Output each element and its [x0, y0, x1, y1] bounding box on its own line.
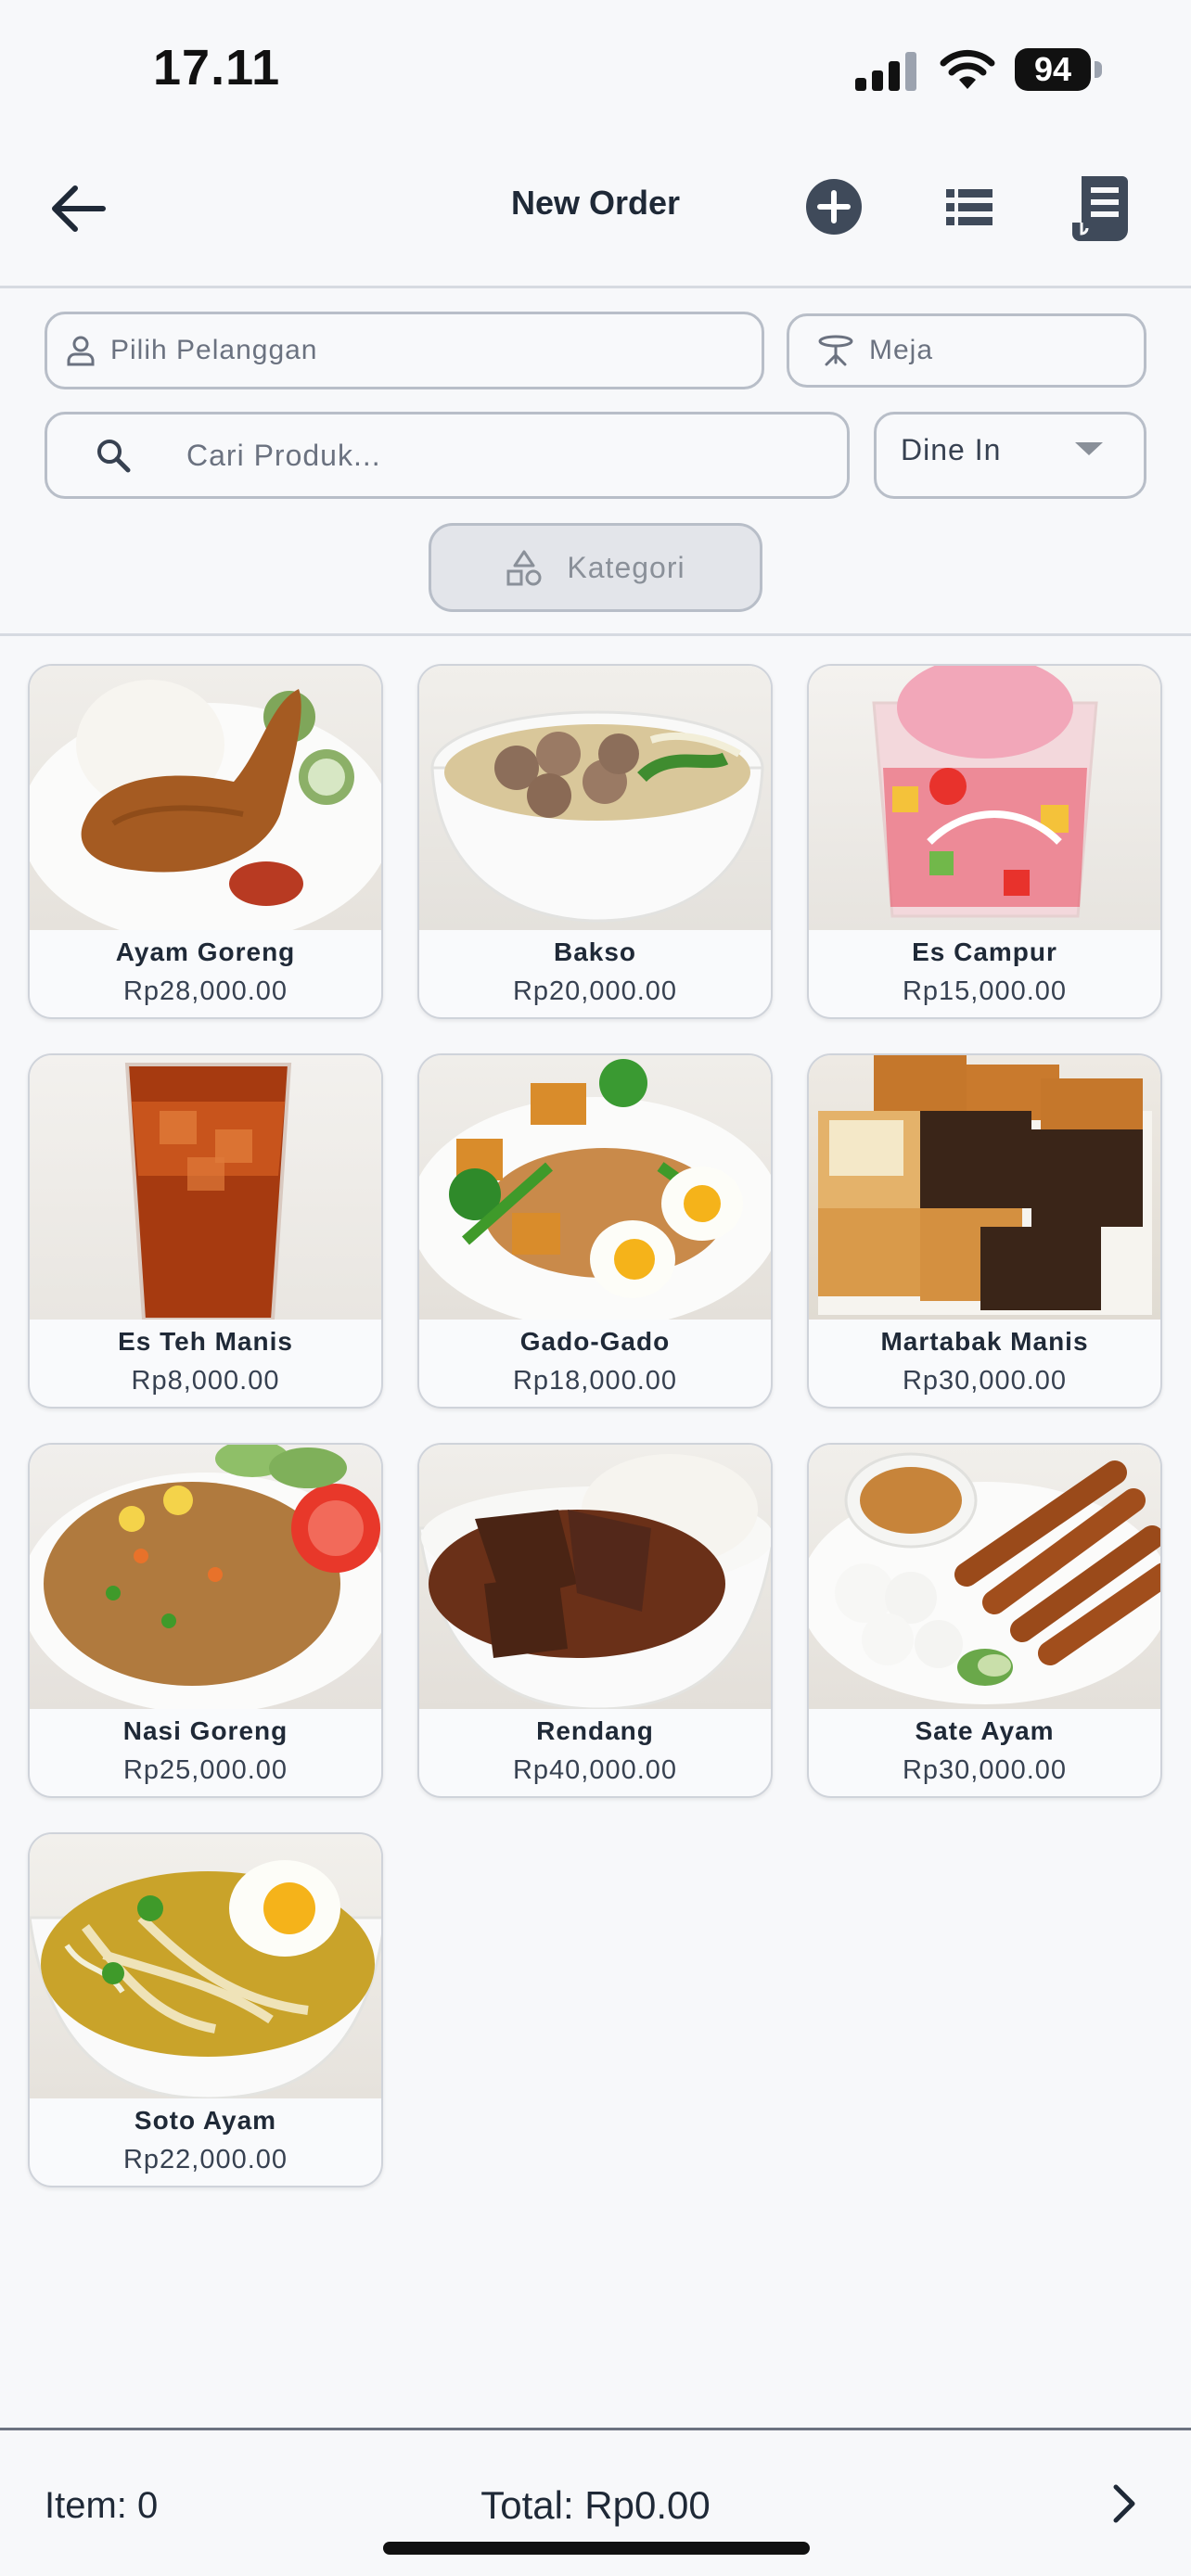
search-placeholder: Cari Produk... [186, 438, 381, 472]
filter-divider [0, 633, 1191, 636]
product-image [809, 1445, 1160, 1709]
product-card[interactable]: Martabak Manis Rp30,000.00 [807, 1053, 1162, 1409]
product-image [30, 1445, 381, 1709]
list-icon [946, 189, 992, 225]
plus-circle-icon [806, 179, 862, 235]
product-image [809, 666, 1160, 930]
product-card[interactable]: Gado-Gado Rp18,000.00 [417, 1053, 773, 1409]
battery-tip [1095, 61, 1102, 78]
product-price: Rp20,000.00 [512, 976, 678, 1006]
product-name: Nasi Goreng [122, 1716, 288, 1745]
product-image [419, 1055, 771, 1320]
chevron-down-icon [1075, 442, 1103, 455]
order-type-value: Dine In [901, 433, 1002, 466]
product-price: Rp8,000.00 [131, 1366, 280, 1396]
search-input[interactable]: Cari Produk... [45, 412, 850, 499]
cellular-signal-icon [855, 52, 918, 96]
product-price: Rp25,000.00 [122, 1755, 288, 1785]
product-image [809, 1055, 1160, 1320]
product-image [30, 1055, 381, 1320]
header-divider [0, 286, 1191, 288]
product-price: Rp18,000.00 [512, 1366, 678, 1396]
receipt-button[interactable] [1069, 172, 1133, 245]
order-list-button[interactable] [942, 182, 996, 234]
product-card[interactable]: Nasi Goreng Rp25,000.00 [28, 1443, 383, 1798]
product-image [30, 666, 381, 930]
product-name: Sate Ayam [915, 1716, 1055, 1745]
chevron-right-icon [1113, 2484, 1135, 2523]
shapes-icon [506, 550, 542, 586]
product-name: Ayam Goreng [115, 937, 296, 966]
product-image [419, 1445, 771, 1709]
product-price: Rp40,000.00 [512, 1755, 678, 1785]
product-card[interactable]: Es Campur Rp15,000.00 [807, 664, 1162, 1019]
product-name: Martabak Manis [880, 1327, 1089, 1356]
battery-indicator: 94 [1015, 48, 1091, 91]
page-title: New Order [510, 184, 681, 222]
product-card[interactable]: Soto Ayam Rp22,000.00 [28, 1832, 383, 2187]
checkout-button[interactable] [1100, 2480, 1148, 2528]
product-card[interactable]: Rendang Rp40,000.00 [417, 1443, 773, 1798]
receipt-icon [1072, 176, 1128, 241]
product-name: Es Campur [912, 937, 1057, 966]
table-placeholder: Meja [869, 335, 934, 365]
footer-divider [0, 2428, 1191, 2430]
customer-select[interactable]: Pilih Pelanggan [45, 312, 764, 389]
home-indicator [383, 2542, 810, 2555]
product-name: Bakso [553, 937, 637, 966]
product-image [419, 666, 771, 930]
add-button[interactable] [803, 176, 864, 237]
product-card[interactable]: Bakso Rp20,000.00 [417, 664, 773, 1019]
search-icon [97, 440, 131, 473]
order-total: Total: Rp0.00 [480, 2483, 711, 2527]
table-select[interactable]: Meja [787, 313, 1146, 388]
product-card[interactable]: Es Teh Manis Rp8,000.00 [28, 1053, 383, 1409]
person-icon [67, 336, 95, 366]
customer-placeholder: Pilih Pelanggan [110, 335, 318, 365]
product-price: Rp15,000.00 [902, 976, 1068, 1006]
product-card[interactable]: Ayam Goreng Rp28,000.00 [28, 664, 383, 1019]
category-label: Kategori [567, 550, 685, 584]
product-price: Rp28,000.00 [122, 976, 288, 1006]
category-button[interactable]: Kategori [429, 523, 762, 612]
product-name: Soto Ayam [134, 2106, 277, 2135]
wifi-icon [939, 48, 996, 96]
order-type-dropdown[interactable]: Dine In [874, 412, 1146, 499]
product-name: Gado-Gado [519, 1327, 671, 1356]
product-card[interactable]: Sate Ayam Rp30,000.00 [807, 1443, 1162, 1798]
product-image [30, 1834, 381, 2098]
product-name: Rendang [536, 1716, 654, 1745]
product-name: Es Teh Manis [118, 1327, 293, 1356]
product-price: Rp30,000.00 [902, 1366, 1068, 1396]
status-time: 17.11 [153, 40, 281, 96]
product-price: Rp22,000.00 [122, 2145, 288, 2174]
table-icon [818, 335, 853, 366]
product-price: Rp30,000.00 [902, 1755, 1068, 1785]
